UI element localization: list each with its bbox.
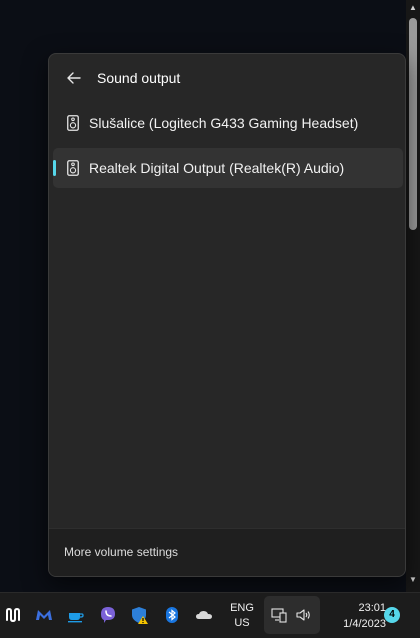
speaker-device-icon — [67, 160, 79, 176]
quick-settings-button[interactable] — [264, 596, 320, 634]
clock-time: 23:01 — [358, 602, 386, 614]
flyout-footer: More volume settings — [49, 528, 405, 576]
network-icon — [271, 607, 287, 623]
language-indicator[interactable]: ENG US — [228, 601, 256, 631]
viber-icon[interactable] — [98, 605, 118, 625]
sound-device-item[interactable]: Slušalice (Logitech G433 Gaming Headset) — [53, 103, 403, 143]
malwarebytes-icon[interactable] — [34, 605, 54, 625]
scroll-down-arrow-icon[interactable]: ▼ — [406, 574, 420, 586]
scrollbar[interactable]: ▲ ▼ — [406, 0, 420, 592]
flyout-title: Sound output — [97, 70, 181, 86]
onedrive-icon[interactable] — [194, 605, 214, 625]
sound-device-label: Realtek Digital Output (Realtek(R) Audio… — [89, 160, 345, 176]
speaker-icon — [295, 607, 311, 623]
more-volume-settings-link[interactable]: More volume settings — [64, 545, 178, 559]
notion-icon[interactable] — [3, 605, 23, 625]
clock-date: 1/4/2023 — [343, 618, 386, 630]
taskbar: ENG US 23:01 1/4/2023 4 — [0, 592, 420, 638]
language-code: ENG — [230, 602, 254, 614]
notification-badge[interactable]: 4 — [384, 607, 400, 623]
scrollbar-thumb[interactable] — [409, 18, 417, 230]
bluetooth-icon[interactable] — [162, 605, 182, 625]
coffee-icon[interactable] — [66, 605, 86, 625]
language-region: US — [234, 617, 250, 629]
back-arrow-icon[interactable] — [63, 67, 85, 89]
flyout-header: Sound output — [49, 54, 405, 104]
speaker-device-icon — [67, 115, 79, 131]
windows-security-icon[interactable] — [130, 605, 150, 625]
sound-output-flyout: Sound output Slušalice (Logitech G433 Ga… — [48, 53, 406, 577]
sound-device-item-selected[interactable]: Realtek Digital Output (Realtek(R) Audio… — [53, 148, 403, 188]
clock[interactable]: 23:01 1/4/2023 — [322, 600, 386, 632]
selection-indicator — [53, 160, 56, 176]
sound-device-label: Slušalice (Logitech G433 Gaming Headset) — [89, 115, 359, 131]
scroll-up-arrow-icon[interactable]: ▲ — [406, 2, 420, 14]
